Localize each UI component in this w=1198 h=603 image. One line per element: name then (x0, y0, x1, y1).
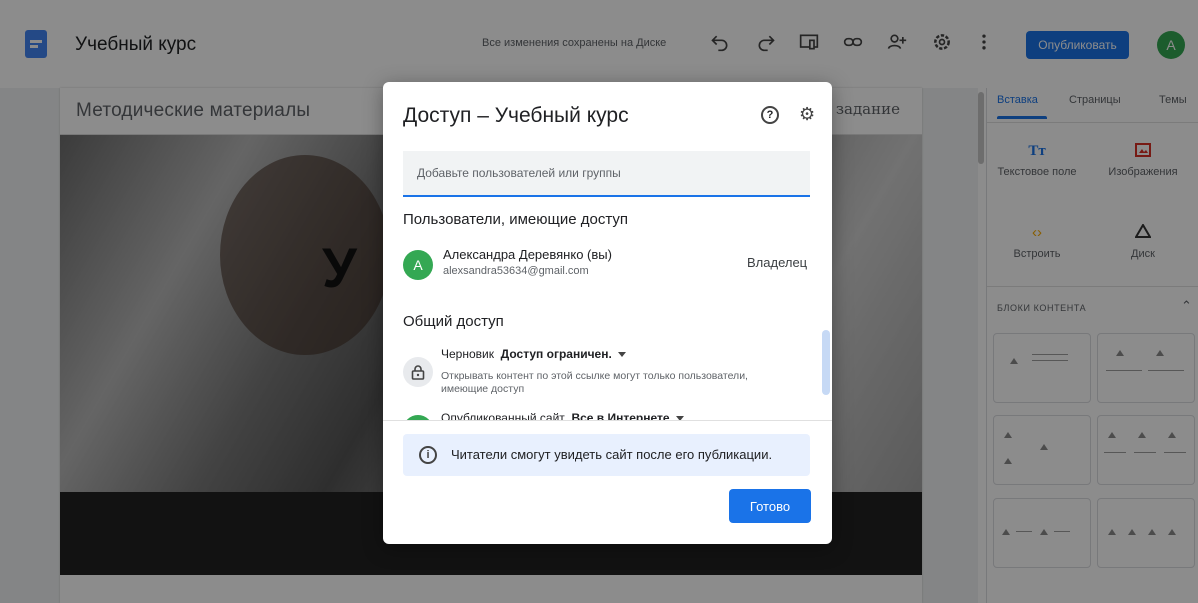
share-dialog: Доступ – Учебный курс ? ⚙ Пользователи, … (383, 82, 832, 544)
published-access-row[interactable]: Опубликованный сайт Все в Интернете (441, 411, 684, 420)
dialog-scrollbar[interactable] (822, 330, 830, 395)
users-section-title: Пользователи, имеющие доступ (403, 211, 629, 228)
info-banner: i Читатели смогут увидеть сайт после его… (403, 434, 810, 476)
info-icon: i (419, 446, 437, 464)
dropdown-caret-icon[interactable] (617, 352, 626, 358)
lock-icon (403, 357, 433, 387)
general-access-title: Общий доступ (403, 313, 504, 330)
add-people-input[interactable] (403, 151, 810, 197)
draft-access-description: Открывать контент по этой ссылке могут т… (441, 370, 748, 395)
draft-label: Черновик (441, 347, 494, 361)
published-access-dropdown[interactable]: Все в Интернете (571, 411, 669, 420)
draft-access-dropdown[interactable]: Доступ ограничен. (501, 347, 612, 361)
user-name: Александра Деревянко (вы) (443, 247, 612, 262)
help-icon[interactable]: ? (761, 106, 779, 124)
dialog-title: Доступ – Учебный курс (403, 104, 629, 127)
draft-access-row[interactable]: Черновик Доступ ограничен. (441, 347, 626, 361)
done-button[interactable]: Готово (729, 489, 811, 523)
user-email: alexsandra53634@gmail.com (443, 265, 589, 277)
published-label: Опубликованный сайт (441, 411, 565, 420)
settings-icon[interactable]: ⚙ (799, 104, 815, 125)
dialog-divider (383, 420, 832, 421)
dialog-scroll-area[interactable]: Доступ – Учебный курс ? ⚙ Пользователи, … (383, 82, 832, 420)
user-avatar: A (403, 250, 433, 280)
info-text: Читатели смогут увидеть сайт после его п… (451, 447, 773, 462)
user-role: Владелец (747, 255, 808, 270)
